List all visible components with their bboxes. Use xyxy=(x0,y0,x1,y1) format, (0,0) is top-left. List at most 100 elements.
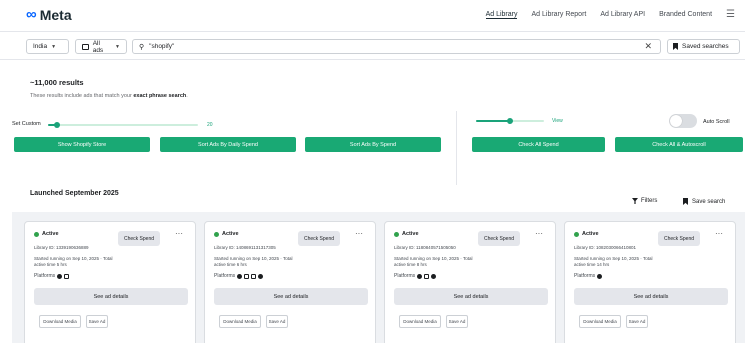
close-icon[interactable]: ✕ xyxy=(644,41,652,52)
results-note-suffix: . xyxy=(186,93,188,99)
facebook-icon xyxy=(57,273,63,279)
search-query: "shopify" xyxy=(149,43,175,50)
nav-ad-library[interactable]: Ad Library xyxy=(485,11,518,19)
active-status-icon xyxy=(34,231,39,237)
active-status-icon xyxy=(574,231,579,237)
results-note-emphasis: exact phrase search xyxy=(133,93,187,99)
chevron-down-icon: ▼ xyxy=(51,43,57,50)
nav-branded-content[interactable]: Branded Content xyxy=(659,11,712,19)
results-count: ~11,000 results xyxy=(30,78,84,87)
check-spend-button[interactable]: Check Spend xyxy=(118,231,160,246)
search-input[interactable]: ⚲ "shopify" ✕ xyxy=(132,39,661,54)
ad-card: Active Check Spend ··· Library ID: 11808… xyxy=(384,221,556,343)
see-ad-details-button[interactable]: See ad details xyxy=(574,288,728,305)
saved-searches-label: Saved searches xyxy=(682,43,729,50)
ad-card: Active Check Spend ··· Library ID: 14086… xyxy=(204,221,376,343)
library-id: Library ID: 1180840571505050 xyxy=(394,245,456,250)
messenger-icon xyxy=(431,273,437,279)
custom-slider-handle[interactable] xyxy=(54,122,60,128)
country-value: India xyxy=(33,43,48,50)
auto-scroll-toggle[interactable] xyxy=(669,114,697,128)
active-status-icon xyxy=(214,231,219,237)
filters-label: Filters xyxy=(641,198,658,204)
platforms-label: Platforms xyxy=(34,273,56,279)
section-title: Launched September 2025 xyxy=(30,190,119,197)
save-ad-button[interactable]: Save Ad xyxy=(626,315,648,328)
more-options-icon[interactable]: ··· xyxy=(535,229,543,238)
facebook-icon xyxy=(597,273,603,279)
download-media-button[interactable]: Download Media xyxy=(579,315,621,328)
chevron-down-icon: ▼ xyxy=(115,43,120,50)
set-custom-label: Set Custom xyxy=(12,121,41,127)
check-all-autoscroll-button[interactable]: Check All & Autoscroll xyxy=(615,137,743,152)
top-bar: ∞ Meta Ad Library Ad Library Report Ad L… xyxy=(0,0,745,32)
status-label: Active xyxy=(222,231,239,237)
see-ad-details-button[interactable]: See ad details xyxy=(214,288,368,305)
ad-category-select[interactable]: All ads ▼ xyxy=(75,39,127,54)
meta-logo[interactable]: ∞ Meta xyxy=(26,6,72,23)
view-slider-handle[interactable] xyxy=(507,118,513,124)
status-badge: Active xyxy=(574,231,599,237)
nav-ad-library-report[interactable]: Ad Library Report xyxy=(531,11,586,19)
saved-searches-button[interactable]: Saved searches xyxy=(667,39,740,54)
top-nav: Ad Library Ad Library Report Ad Library … xyxy=(485,10,735,20)
results-note-prefix: These results include ads that match you… xyxy=(30,93,134,99)
sort-by-spend-button[interactable]: Sort Ads By Spend xyxy=(305,137,441,152)
download-media-button[interactable]: Download Media xyxy=(39,315,81,328)
download-media-button[interactable]: Download Media xyxy=(399,315,441,328)
more-options-icon[interactable]: ··· xyxy=(175,229,183,238)
download-media-button[interactable]: Download Media xyxy=(219,315,261,328)
filters-button[interactable]: Filters xyxy=(632,198,657,204)
platforms-label: Platforms xyxy=(394,273,416,279)
see-ad-details-button[interactable]: See ad details xyxy=(394,288,548,305)
more-options-icon[interactable]: ··· xyxy=(355,229,363,238)
see-ad-details-button[interactable]: See ad details xyxy=(34,288,188,305)
search-row: India ▼ All ads ▼ ⚲ "shopify" ✕ Saved se… xyxy=(0,33,745,60)
facebook-icon xyxy=(237,273,243,279)
ad-card: Active Check Spend ··· Library ID: 13391… xyxy=(24,221,196,343)
instagram-icon xyxy=(64,273,70,279)
country-select[interactable]: India ▼ xyxy=(26,39,69,54)
check-all-spend-button[interactable]: Check All Spend xyxy=(472,137,605,152)
ad-card: Active Check Spend ··· Library ID: 10820… xyxy=(564,221,736,343)
meta-infinity-icon: ∞ xyxy=(26,6,37,23)
sort-by-daily-spend-button[interactable]: Sort Ads By Daily Spend xyxy=(160,137,296,152)
audience-network-icon xyxy=(251,273,257,279)
auto-scroll-label: Auto Scroll xyxy=(703,119,730,125)
bookmark-icon xyxy=(673,43,678,50)
check-spend-button[interactable]: Check Spend xyxy=(478,231,520,246)
custom-slider-value: 20 xyxy=(207,122,213,128)
nav-ad-library-api[interactable]: Ad Library API xyxy=(600,11,645,19)
save-search-label: Save search xyxy=(692,198,726,205)
divider xyxy=(456,111,457,185)
status-label: Active xyxy=(42,231,59,237)
check-spend-button[interactable]: Check Spend xyxy=(658,231,700,246)
show-shopify-store-button[interactable]: Show Shopify Store xyxy=(14,137,150,152)
platforms-row: Platforms xyxy=(34,273,70,279)
save-ad-button[interactable]: Save Ad xyxy=(266,315,288,328)
facebook-icon xyxy=(417,273,423,279)
started-running-text: Started running on Sep 10, 2025 · Total … xyxy=(34,256,113,267)
more-options-icon[interactable]: ··· xyxy=(715,229,723,238)
results-note: These results include ads that match you… xyxy=(30,93,188,99)
status-label: Active xyxy=(582,231,599,237)
ad-category-value: All ads xyxy=(92,39,104,54)
status-badge: Active xyxy=(394,231,419,237)
platforms-row: Platforms xyxy=(214,273,264,279)
started-running-text: Started running on Sep 10, 2025 · Total … xyxy=(214,256,293,267)
platforms-label: Platforms xyxy=(574,273,596,279)
search-icon: ⚲ xyxy=(139,43,145,51)
brand-name: Meta xyxy=(39,7,72,23)
save-ad-button[interactable]: Save Ad xyxy=(446,315,468,328)
hamburger-menu-icon[interactable]: ☰ xyxy=(726,10,735,20)
custom-slider-track[interactable] xyxy=(48,124,198,126)
save-ad-button[interactable]: Save Ad xyxy=(86,315,108,328)
started-running-text: Started running on Sep 10, 2025 · Total … xyxy=(574,256,653,267)
filter-icon xyxy=(632,198,638,204)
started-running-text: Started running on Sep 10, 2025 · Total … xyxy=(394,256,473,267)
check-spend-button[interactable]: Check Spend xyxy=(298,231,340,246)
library-id: Library ID: 1339190636889 xyxy=(34,245,89,250)
instagram-icon xyxy=(244,273,250,279)
view-slider-fill xyxy=(476,120,510,122)
save-search-button[interactable]: Save search xyxy=(683,198,725,205)
